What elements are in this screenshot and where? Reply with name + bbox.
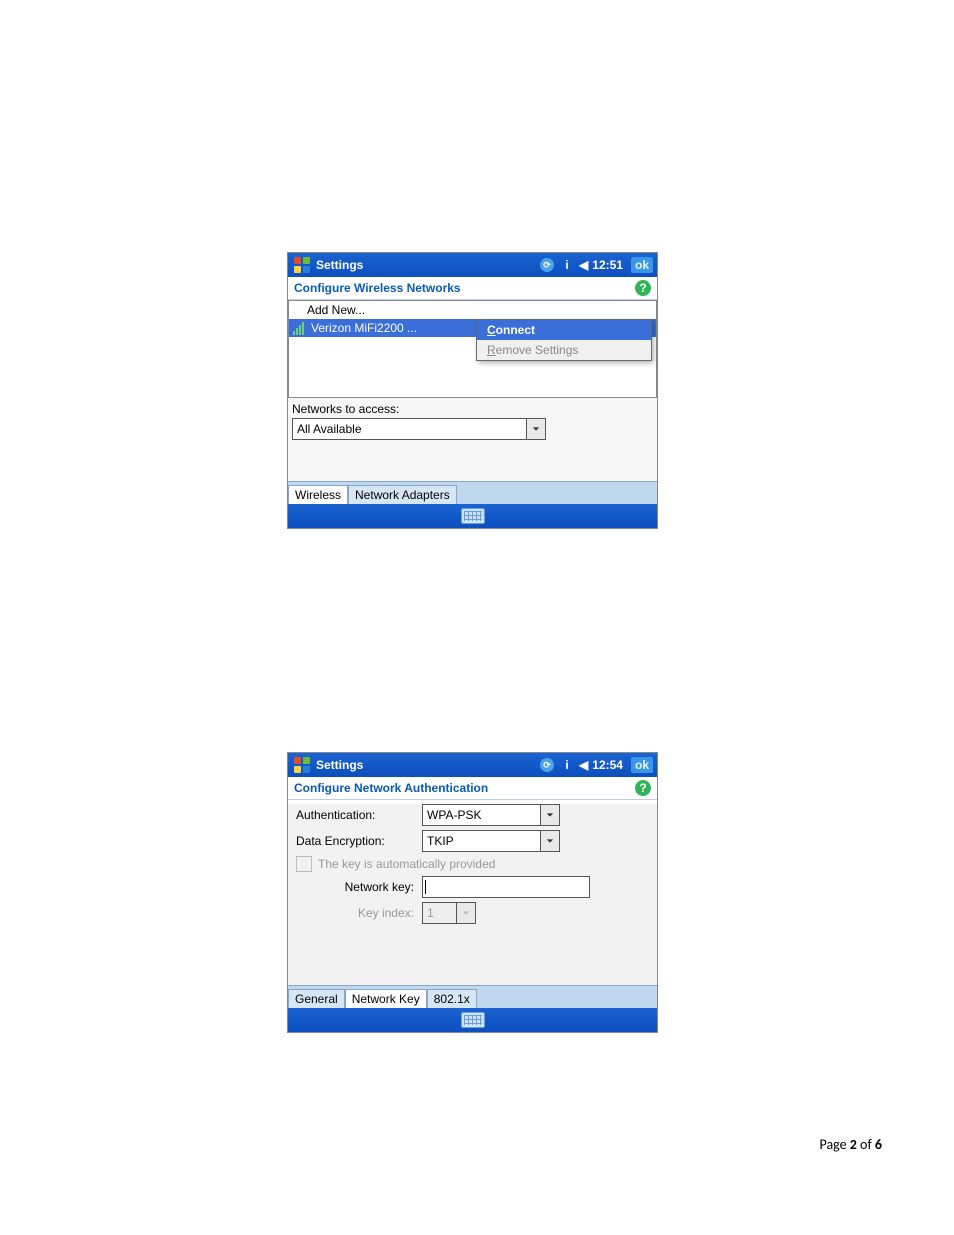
- volume-icon[interactable]: ◀: [579, 758, 588, 772]
- encryption-label: Data Encryption:: [296, 834, 414, 848]
- tab-wireless[interactable]: Wireless: [288, 485, 348, 504]
- autokey-label: The key is automatically provided: [318, 857, 495, 871]
- dropdown-value: 1: [423, 906, 456, 920]
- footer-prefix: Page: [820, 1136, 850, 1153]
- chevron-down-icon: [540, 831, 559, 851]
- ok-button[interactable]: ok: [631, 257, 653, 273]
- title-text: Settings: [316, 258, 535, 272]
- screenshot-network-auth: Settings ⟳ i ◀ 12:54 ok Configure Networ…: [287, 752, 658, 1033]
- body: Add New... Verizon MiFi2200 ... Availa C…: [288, 300, 657, 481]
- tab-bar: General Network Key 802.1x: [288, 985, 657, 1008]
- connectivity-icon[interactable]: i: [559, 257, 575, 273]
- context-menu: Connect Remove Settings: [476, 319, 652, 361]
- footer-total-pages: 6: [875, 1136, 882, 1153]
- encryption-dropdown[interactable]: TKIP: [422, 830, 560, 852]
- page-title: Configure Network Authentication: [294, 781, 488, 795]
- start-button[interactable]: [292, 255, 312, 275]
- network-key-input[interactable]: [422, 876, 590, 898]
- row-key-index: Key index: 1: [296, 902, 649, 924]
- activesync-icon[interactable]: ⟳: [539, 757, 555, 773]
- page: Settings ⟳ i ◀ 12:51 ok Configure Wirele…: [0, 0, 954, 1235]
- menu-remove-settings: Remove Settings: [477, 340, 651, 360]
- windows-flag-icon: [294, 757, 310, 773]
- chevron-down-icon: [456, 903, 475, 923]
- autokey-checkbox: [296, 856, 312, 872]
- dropdown-value: TKIP: [423, 834, 540, 848]
- title-text: Settings: [316, 758, 535, 772]
- row-authentication: Authentication: WPA-PSK: [296, 804, 649, 826]
- footer-of: of: [857, 1136, 875, 1153]
- networks-to-access-label: Networks to access:: [292, 402, 653, 416]
- volume-icon[interactable]: ◀: [579, 258, 588, 272]
- authentication-label: Authentication:: [296, 808, 414, 822]
- signal-icon: [293, 321, 307, 335]
- start-button[interactable]: [292, 755, 312, 775]
- ok-button[interactable]: ok: [631, 757, 653, 773]
- menu-connect[interactable]: Connect: [477, 320, 651, 340]
- soft-key-bar: [288, 1008, 657, 1032]
- add-new-network[interactable]: Add New...: [289, 301, 656, 319]
- page-title: Configure Wireless Networks: [294, 281, 461, 295]
- tab-network-adapters[interactable]: Network Adapters: [348, 485, 457, 504]
- network-key-label: Network key:: [296, 880, 414, 894]
- tab-bar: Wireless Network Adapters: [288, 481, 657, 504]
- connectivity-icon[interactable]: i: [559, 757, 575, 773]
- networks-to-access-dropdown[interactable]: All Available: [292, 418, 546, 440]
- dropdown-value: All Available: [293, 422, 526, 436]
- dropdown-value: WPA-PSK: [423, 808, 540, 822]
- row-autokey: The key is automatically provided: [296, 856, 649, 872]
- network-list: Add New... Verizon MiFi2200 ... Availa C…: [288, 300, 657, 398]
- titlebar: Settings ⟳ i ◀ 12:51 ok: [288, 253, 657, 277]
- key-index-dropdown: 1: [422, 902, 476, 924]
- page-footer: Page 2 of 6: [820, 1136, 882, 1153]
- row-network-key: Network key:: [296, 876, 649, 898]
- keyboard-icon[interactable]: [461, 1012, 485, 1028]
- titlebar: Settings ⟳ i ◀ 12:54 ok: [288, 753, 657, 777]
- key-index-label: Key index:: [296, 906, 414, 920]
- footer-current-page: 2: [850, 1136, 857, 1153]
- subheader: Configure Wireless Networks ?: [288, 277, 657, 300]
- authentication-dropdown[interactable]: WPA-PSK: [422, 804, 560, 826]
- tab-8021x[interactable]: 802.1x: [427, 989, 477, 1008]
- text-cursor-icon: [425, 880, 426, 894]
- help-icon[interactable]: ?: [635, 780, 651, 796]
- clock-time[interactable]: 12:51: [592, 258, 623, 272]
- tab-general[interactable]: General: [288, 989, 345, 1008]
- chevron-down-icon: [540, 805, 559, 825]
- help-icon[interactable]: ?: [635, 280, 651, 296]
- keyboard-icon[interactable]: [461, 508, 485, 524]
- body: Authentication: WPA-PSK Data Encryption:…: [288, 804, 657, 985]
- clock-time[interactable]: 12:54: [592, 758, 623, 772]
- soft-key-bar: [288, 504, 657, 528]
- activesync-icon[interactable]: ⟳: [539, 257, 555, 273]
- network-name: Verizon MiFi2200 ...: [311, 321, 417, 335]
- screenshot-wireless-networks: Settings ⟳ i ◀ 12:51 ok Configure Wirele…: [287, 252, 658, 529]
- windows-flag-icon: [294, 257, 310, 273]
- subheader: Configure Network Authentication ?: [288, 777, 657, 800]
- tab-network-key[interactable]: Network Key: [345, 989, 427, 1008]
- row-encryption: Data Encryption: TKIP: [296, 830, 649, 852]
- chevron-down-icon: [526, 419, 545, 439]
